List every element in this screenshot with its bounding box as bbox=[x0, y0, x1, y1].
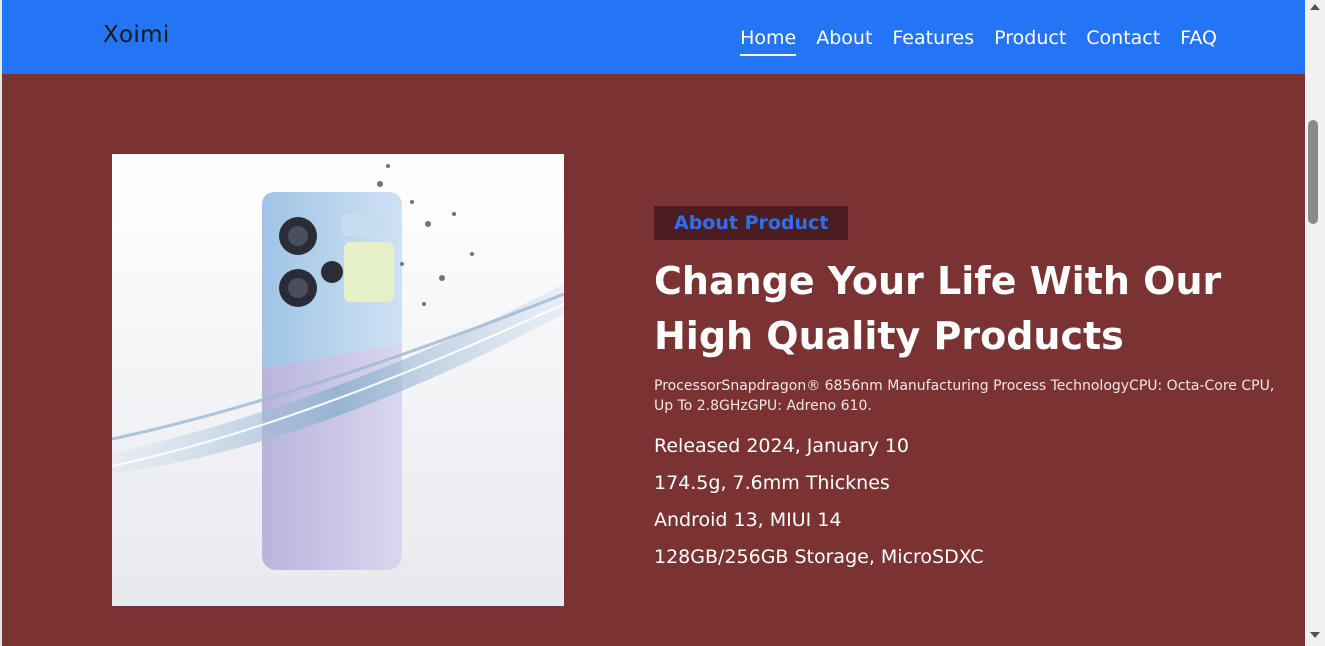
scrollbar-track[interactable] bbox=[1305, 0, 1325, 646]
nav-about-link[interactable]: About bbox=[816, 24, 872, 56]
main-nav: Home About Features Product Contact FAQ bbox=[740, 24, 1217, 56]
product-image bbox=[112, 154, 564, 606]
scroll-up-arrow-icon[interactable] bbox=[1310, 4, 1320, 10]
nav-features-link[interactable]: Features bbox=[892, 24, 974, 56]
hero-headline: Change Your Life With Our High Quality P… bbox=[654, 259, 1222, 358]
nav-product-link[interactable]: Product bbox=[994, 24, 1066, 56]
nav-contact-link[interactable]: Contact bbox=[1086, 24, 1160, 56]
page: Xoimi Home About Features Product Contac… bbox=[0, 0, 1305, 646]
nav-home-link[interactable]: Home bbox=[740, 24, 797, 56]
product-description: ProcessorSnapdragon® 6856nm Manufacturin… bbox=[654, 378, 1275, 414]
product-info: About Product Change Your Life With Our … bbox=[654, 206, 1294, 569]
hero-section: About Product Change Your Life With Our … bbox=[2, 74, 1305, 646]
spec-storage: 128GB/256GB Storage, MicroSDXC bbox=[654, 546, 984, 568]
spec-os: Android 13, MIUI 14 bbox=[654, 509, 842, 531]
spec-weight: 174.5g, 7.6mm Thicknes bbox=[654, 472, 890, 494]
scroll-down-arrow-icon[interactable] bbox=[1310, 632, 1320, 638]
phone-illustration bbox=[112, 154, 564, 606]
brand-logo[interactable]: Xoimi bbox=[103, 22, 170, 48]
about-product-badge: About Product bbox=[654, 206, 849, 240]
scrollbar-thumb[interactable] bbox=[1308, 120, 1318, 224]
nav-faq-link[interactable]: FAQ bbox=[1180, 24, 1217, 56]
spec-release: Released 2024, January 10 bbox=[654, 435, 910, 457]
navbar: Xoimi Home About Features Product Contac… bbox=[2, 0, 1305, 74]
